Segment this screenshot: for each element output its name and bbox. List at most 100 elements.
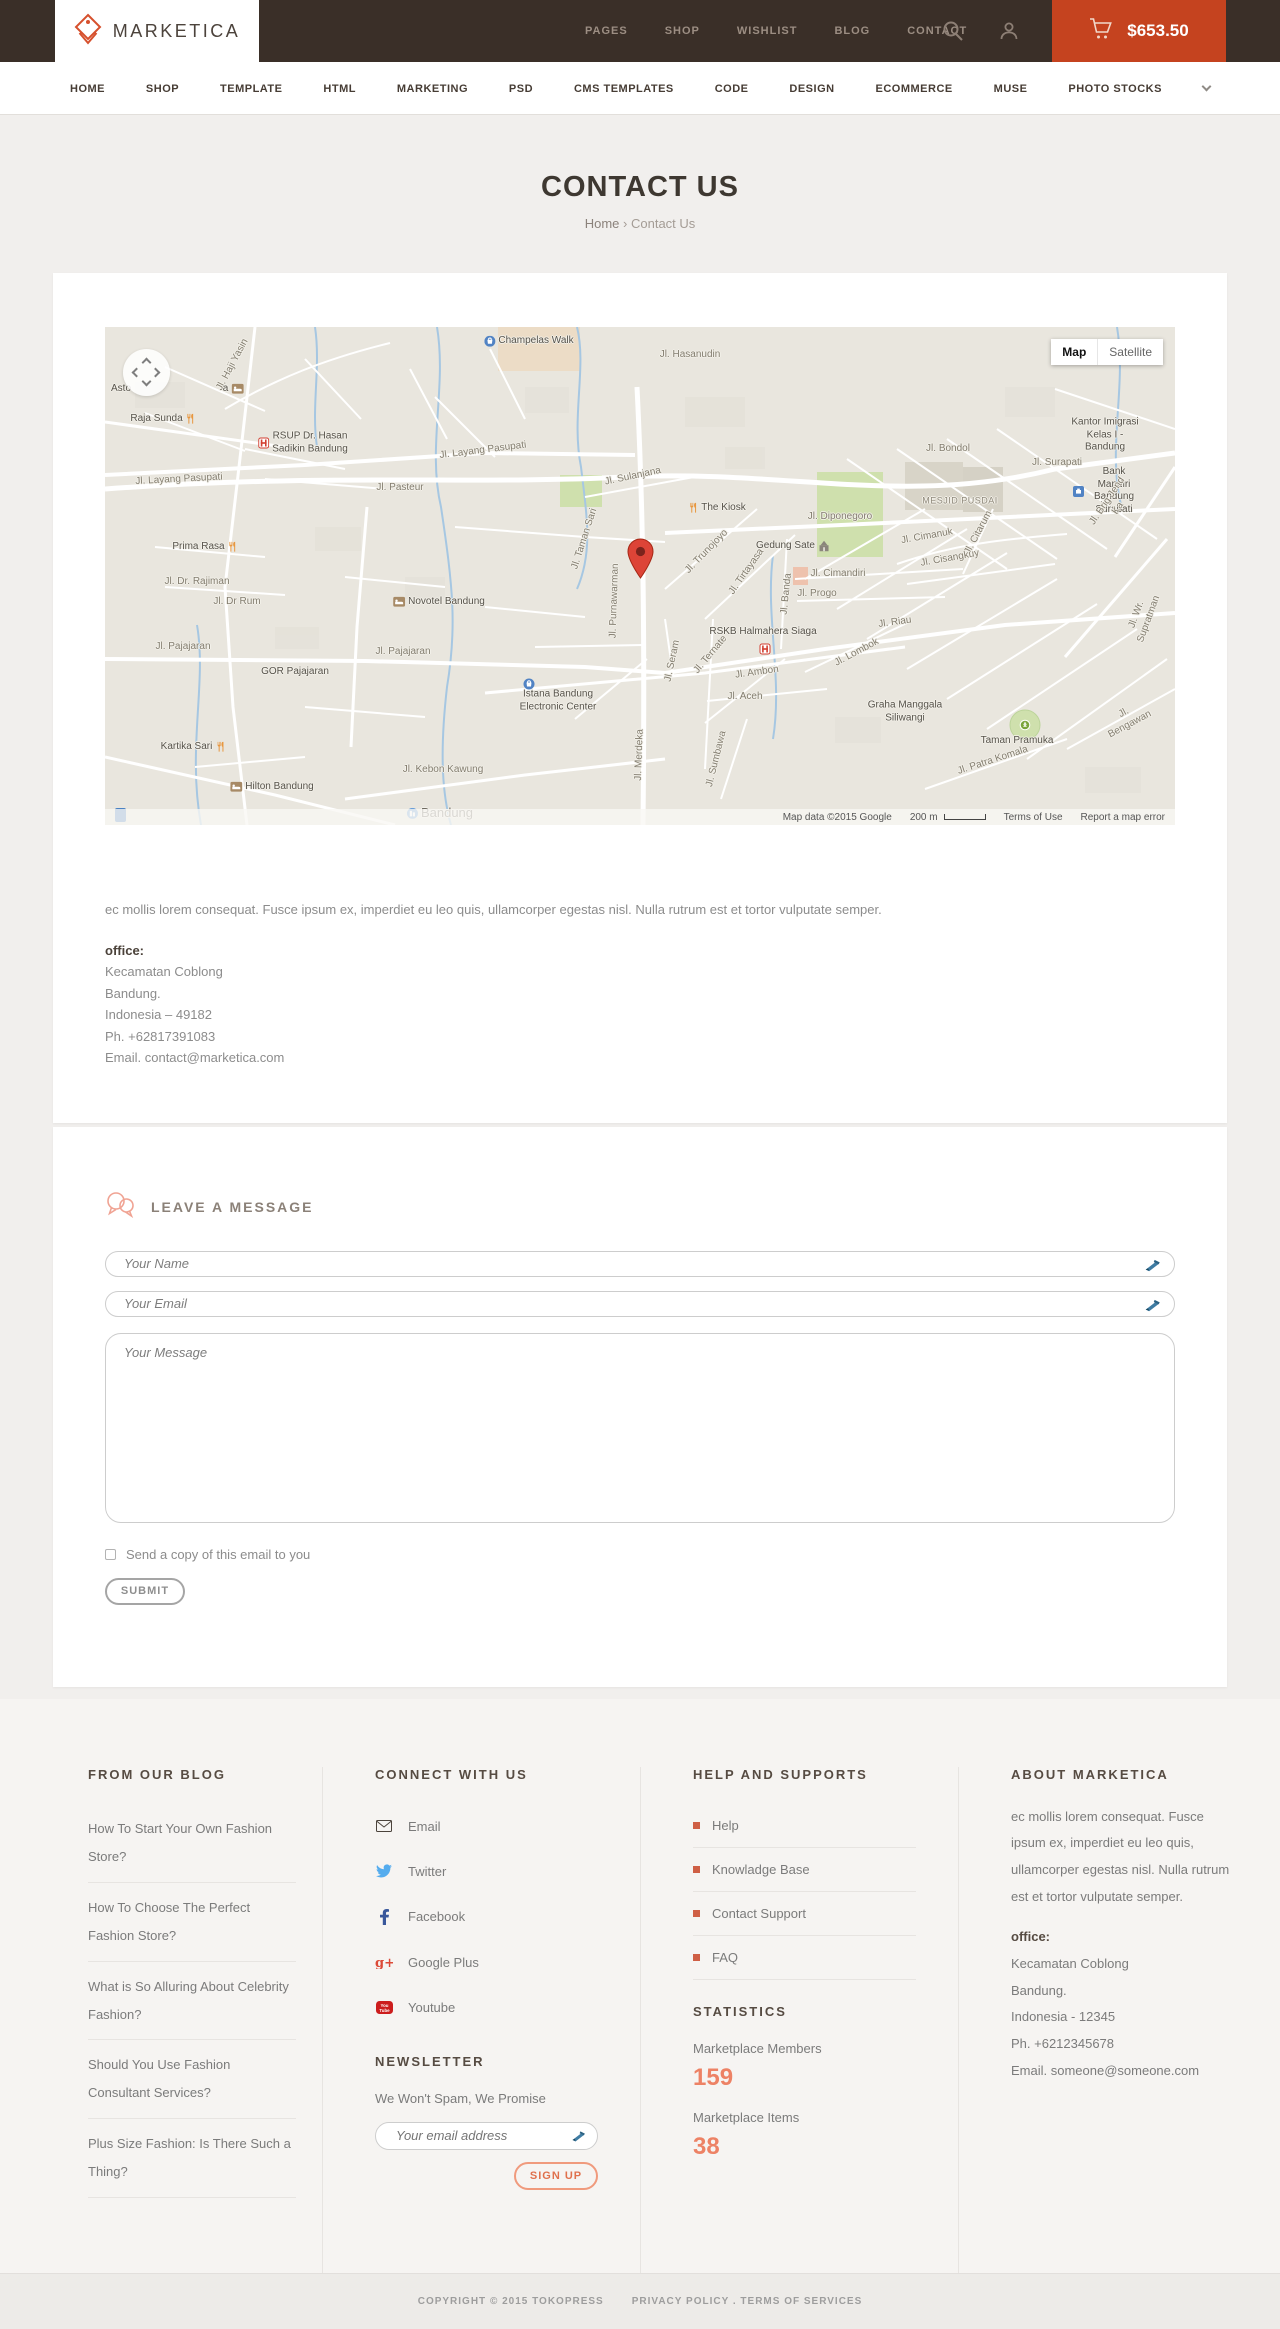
name-input[interactable]	[105, 1250, 1175, 1277]
pan-down-icon[interactable]	[141, 376, 152, 387]
menu-item[interactable]: PHOTO STOCKS	[1068, 83, 1162, 95]
office-address-line: Bandung.	[105, 985, 161, 1001]
report-map-error-link[interactable]: Report a map error	[1081, 812, 1165, 823]
blog-link[interactable]: What is So Alluring About Celebrity Fash…	[88, 1962, 296, 2041]
pan-right-icon[interactable]	[150, 367, 161, 378]
send-copy-checkbox[interactable]	[105, 1548, 116, 1560]
menu-item[interactable]: ECOMMERCE	[876, 83, 953, 95]
newsletter-email-input[interactable]	[375, 2121, 598, 2150]
main-menu: HOME SHOP TEMPLATE HTML MARKETING PSD CMS TEMP…	[0, 62, 1280, 115]
footer-help-column: HELP AND SUPPORTS Help Knowladge Base Co…	[640, 1766, 958, 2273]
map-scale: 200 m	[910, 812, 986, 823]
about-office-line: Bandung.	[1011, 1982, 1067, 1998]
map-label: Jl. Pasteur	[376, 481, 424, 493]
satellite-button[interactable]: Satellite	[1098, 339, 1163, 365]
stat-item: Marketplace Members 159	[693, 2041, 916, 2092]
menu-item[interactable]: SHOP	[146, 83, 179, 95]
form-heading: LEAVE A MESSAGE	[151, 1198, 314, 1215]
breadcrumb-home[interactable]: Home	[585, 216, 620, 231]
menu-item[interactable]: CODE	[715, 83, 749, 95]
map-label: Jl. Dr Rum	[213, 595, 261, 607]
social-link[interactable]: You Tube Youtube	[375, 1985, 598, 2030]
brand-name: MARKETICA	[112, 20, 241, 41]
breadcrumb-current: Contact Us	[630, 216, 696, 231]
map-label: Jl. Layang Pasupati	[438, 439, 527, 462]
help-link[interactable]: FAQ	[693, 1936, 916, 1980]
menu-item[interactable]: PSD	[509, 83, 533, 95]
pan-left-icon[interactable]	[131, 367, 142, 378]
user-icon[interactable]	[998, 20, 1020, 47]
bed-icon	[231, 384, 244, 394]
contact-intro-text: ec mollis lorem consequat. Fusce ipsum e…	[105, 902, 882, 917]
email-input[interactable]	[105, 1290, 1175, 1317]
blog-link[interactable]: How To Choose The Perfect Fashion Store?	[88, 1883, 296, 1962]
menu-item[interactable]: CMS TEMPLATES	[574, 83, 674, 95]
signup-button[interactable]: SIGN UP	[514, 2161, 598, 2190]
map-label: Jl. Wr. Supratman	[1126, 594, 1162, 644]
menu-item[interactable]: HOME	[70, 83, 105, 95]
gplus-icon: g+	[375, 1956, 393, 1969]
map-label: a	[223, 383, 244, 396]
map-label: Kantor Imigrasi Kelas I - Bandung	[1071, 416, 1139, 453]
fork-icon	[215, 742, 225, 752]
legal-links[interactable]: PRIVACY POLICY . TERMS OF SERVICES	[632, 2296, 863, 2307]
logo[interactable]: MARKETICA	[55, 0, 259, 62]
map-label	[759, 643, 771, 655]
stat-label: Marketplace Members	[693, 2040, 822, 2056]
social-link[interactable]: Email	[375, 1804, 598, 1849]
submit-button[interactable]: SUBMIT	[105, 1577, 185, 1605]
map-label	[1019, 719, 1031, 731]
office-address: office: Kecamatan Coblong Bandung. Indones…	[105, 940, 1175, 1069]
menu-item[interactable]: HTML	[323, 83, 356, 95]
map-label: Jl. Aceh	[727, 690, 763, 702]
blog-link[interactable]: Should You Use Fashion Consultant Servic…	[88, 2040, 296, 2120]
map-label: Jl. Layang Pasupati	[135, 471, 223, 488]
menu-item[interactable]: MARKETING	[397, 83, 468, 95]
map-label: Jl. Patra Komala	[956, 743, 1030, 777]
map-label: Jl. Trunojoyo	[682, 527, 731, 576]
pan-up-icon[interactable]	[141, 357, 152, 368]
map-label: Jl. Kebon Kawung	[402, 763, 484, 775]
header-nav-link[interactable]: SHOP	[665, 25, 700, 37]
menu-item[interactable]: TEMPLATE	[220, 83, 282, 95]
map-pan-control[interactable]	[123, 349, 170, 396]
menu-item[interactable]: MUSE	[994, 83, 1028, 95]
chevron-down-icon[interactable]	[1201, 81, 1212, 92]
social-label: Google Plus	[408, 1954, 479, 1970]
social-label: Email	[408, 1818, 441, 1834]
map-label: Jl. Merdeka	[632, 728, 646, 781]
location-marker-icon[interactable]	[627, 538, 654, 584]
about-office-label: office:	[1011, 1929, 1050, 1945]
terms-of-use-link[interactable]: Terms of Use	[1004, 812, 1063, 823]
google-map[interactable]: Champelas Walk Jl. Hasanudin Jl. Haji Yasi…	[105, 327, 1175, 825]
fork-icon	[228, 542, 238, 552]
message-textarea[interactable]	[105, 1332, 1175, 1523]
social-link[interactable]: Twitter	[375, 1849, 598, 1894]
help-link[interactable]: Contact Support	[693, 1892, 916, 1936]
map-label: Jl. Sumbawa	[704, 729, 729, 788]
tag-icon	[74, 13, 102, 50]
header-nav-link[interactable]: BLOG	[834, 25, 870, 37]
header-nav-link[interactable]: PAGES	[585, 25, 628, 37]
page-header: CONTACT US Home › Contact Us	[0, 115, 1280, 273]
build-icon	[818, 540, 830, 552]
breadcrumb-separator: ›	[623, 216, 628, 231]
about-heading: ABOUT MARKETICA	[1011, 1766, 1169, 1782]
social-link[interactable]: g+ Google Plus	[375, 1940, 598, 1985]
social-link[interactable]: Facebook	[375, 1894, 598, 1940]
help-link[interactable]: Knowladge Base	[693, 1848, 916, 1892]
menu-item[interactable]: DESIGN	[789, 83, 834, 95]
help-link[interactable]: Help	[693, 1804, 916, 1848]
header-nav-link[interactable]: WISHLIST	[737, 25, 798, 37]
map-label: Graha Manggala Siliwangi	[867, 699, 943, 724]
map-label: Jl. Cisangkuy	[919, 547, 981, 569]
search-icon[interactable]	[942, 20, 964, 47]
cart-button[interactable]: $653.50	[1052, 0, 1226, 62]
park-icon	[1019, 719, 1031, 731]
blog-link[interactable]: How To Start Your Own Fashion Store?	[88, 1804, 296, 1883]
map-button[interactable]: Map	[1051, 339, 1099, 365]
blog-link[interactable]: Plus Size Fashion: Is There Such a Thing…	[88, 2119, 296, 2199]
map-label: Hilton Bandung	[230, 781, 314, 794]
send-copy-row: Send a copy of this email to you	[105, 1547, 1175, 1562]
map-label: Jl. Hasanudin	[659, 348, 721, 360]
